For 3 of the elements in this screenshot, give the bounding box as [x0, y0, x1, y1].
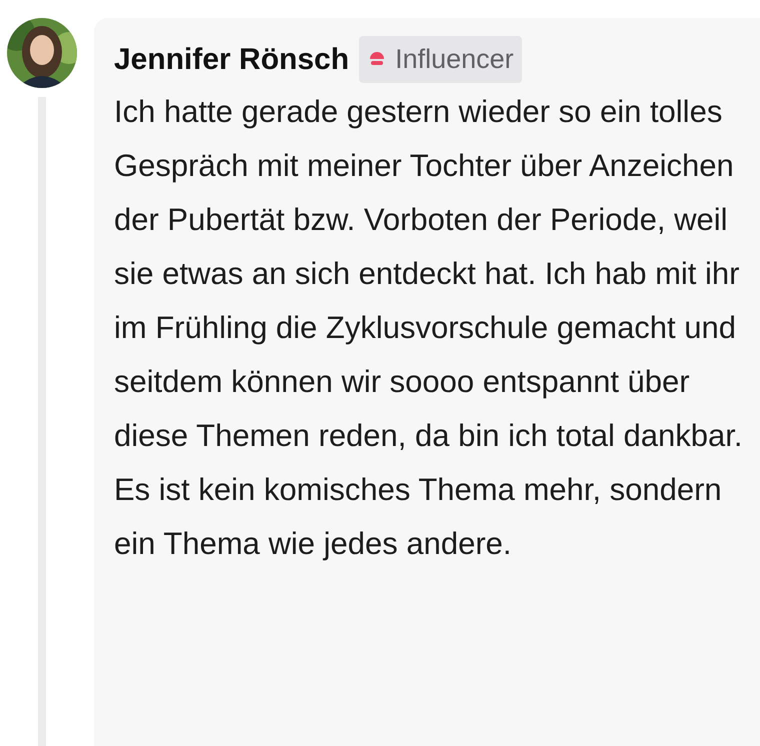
author-name: Jennifer Rönsch [114, 42, 350, 78]
comment-text: Ich hatte gerade gestern wieder so ein tolles Gespräch mit meiner Tochter über Anzeichen der Pubertät bzw. Vorboten der Periode, weil sie etwas an sich entdeckt hat. Ich hab mit ihr im Frühling die Zyklusvorschule gemacht und seitdem können wir soooo entspannt über diese Themen reden, da bin ich total dankbar. Es ist kein komisches Thema mehr, sondern ein Thema wie jedes andere. [114, 92, 744, 562]
influencer-badge: Influencer [359, 36, 522, 82]
